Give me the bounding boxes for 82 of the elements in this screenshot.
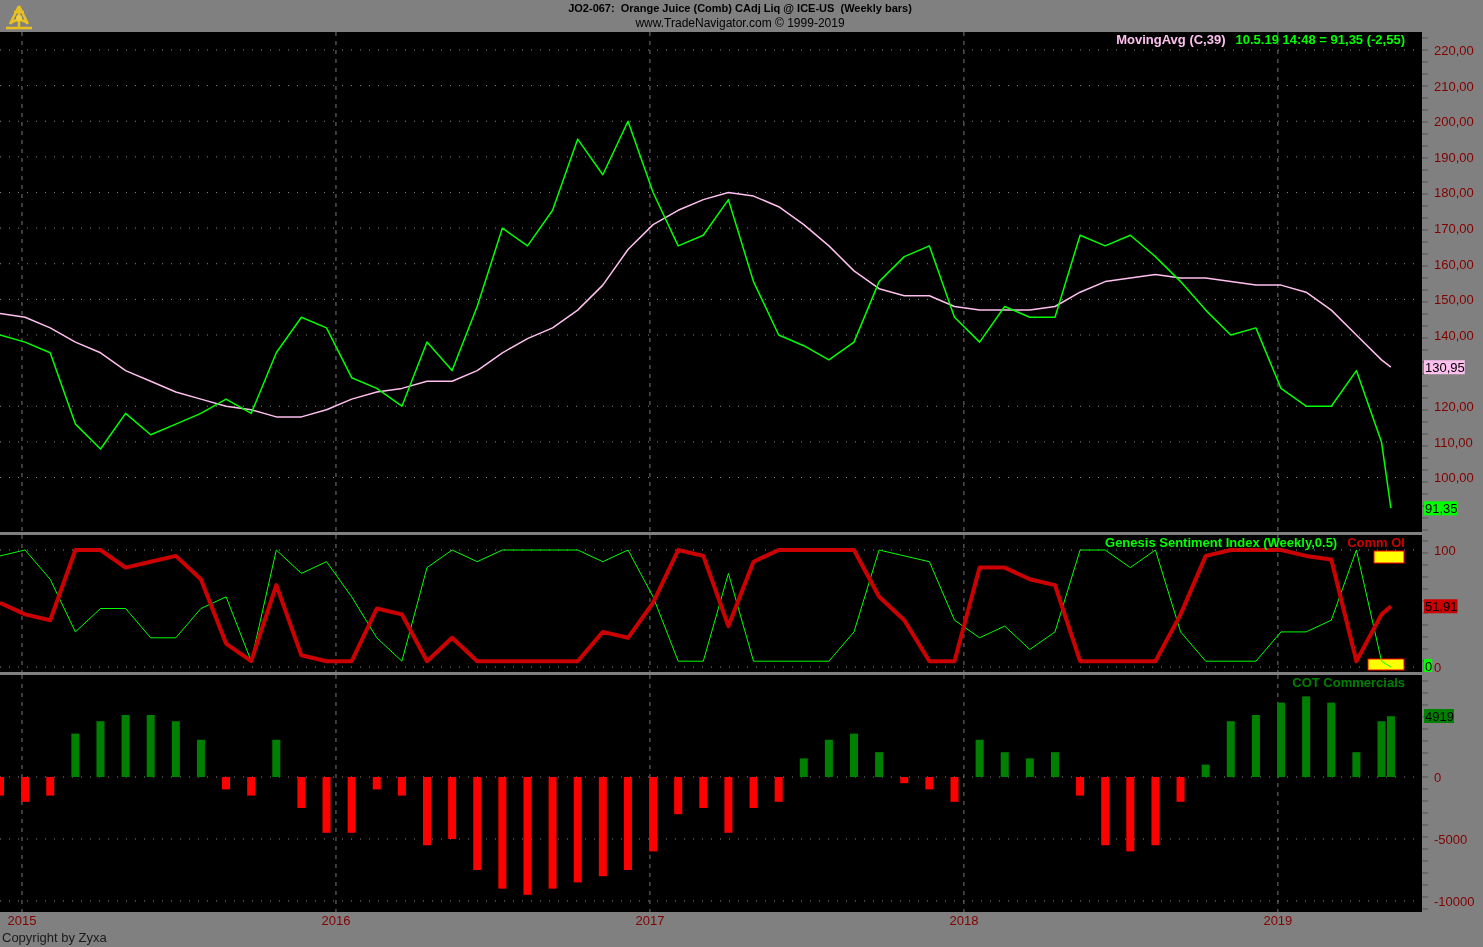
bar [0,777,4,796]
bar [850,733,858,777]
bar [448,777,457,839]
axis-label: 120,00 [1434,399,1474,415]
bar [1386,716,1395,777]
bar [900,777,909,784]
bar [950,777,959,802]
bar [322,777,331,833]
legend-label: MovingAvg (C,39) [1116,32,1226,47]
threshold-marker [1367,658,1405,671]
axis-label: 190,00 [1434,149,1474,165]
value-badge: 4919 [1424,709,1454,724]
bar [347,777,356,833]
legend-label: COT Commercials [1292,675,1405,690]
axis-label: 100,00 [1434,470,1474,486]
bar [1201,764,1210,777]
bar [1251,715,1260,777]
bar [46,777,55,796]
axis-label: 150,00 [1434,292,1474,308]
bar [171,721,180,777]
bar [423,777,431,846]
bar [96,721,105,777]
bar [1076,777,1085,796]
bar [774,777,783,802]
axis-label: -5000 [1434,832,1468,847]
website-credit: www.TradeNavigator.com © 1999-2019 [635,16,845,31]
axis-label: 100 [1434,543,1456,558]
bar [1352,752,1361,777]
bar [272,739,281,777]
bar [824,739,833,777]
axis-label: 170,00 [1434,221,1474,237]
value-badge: 51,91 [1424,599,1458,615]
value-badge: 0 [1424,659,1433,672]
bar [297,777,306,808]
bar [21,777,30,802]
axis-label: 140,00 [1434,328,1474,343]
bar [799,758,808,777]
value-badge: 130,95 [1424,360,1465,376]
axis-label: 2015 [7,913,37,929]
bar [699,777,708,808]
axis-label: 0 [1434,770,1442,785]
legend-label: 10.5.19 14:48 = 91,35 (-2,55) [1235,32,1405,47]
axis-label: 2018 [949,913,979,929]
axis-label: 210,00 [1434,78,1474,94]
axis-label: 2019 [1263,913,1293,929]
bar [222,777,231,790]
axis-label: 0 [1434,660,1442,672]
axis-label: -10000 [1434,894,1475,909]
axis-label: 2017 [635,913,665,929]
bar [1377,721,1386,777]
bar [975,739,984,777]
bar [749,777,758,808]
axis-label: 2016 [321,913,351,929]
bar [196,739,205,777]
bar [1025,758,1034,777]
bar [121,715,130,777]
value-badge: 91,35 [1424,501,1458,517]
bar [674,777,683,815]
bar [1226,721,1235,777]
bar [875,752,884,777]
bar [1151,777,1160,846]
bar [146,715,155,777]
bar [1101,777,1110,846]
chart-title: JO2-067: Orange Juice (Comb) CAdj Liq @ ICE-US (Weekly bars) [568,1,912,16]
bar [1000,752,1009,777]
axis-label: 110,00 [1434,434,1473,450]
bar [397,777,406,796]
bar [71,733,80,777]
bar [247,777,256,796]
threshold-marker [1373,550,1405,564]
bar [1050,752,1059,777]
axis-label: 180,00 [1434,185,1474,201]
copyright-text: Copyright by Zyxa [1,930,108,947]
bar [925,777,934,790]
axis-label: 160,00 [1434,256,1474,272]
axis-label: 200,00 [1434,114,1474,130]
bar [372,777,381,790]
axis-label: 220,00 [1434,43,1474,58]
bar [1176,777,1185,802]
legend-label: Genesis Sentiment Index (Weekly,0.5) [1105,535,1338,550]
legend-label: Comm OI [1347,535,1405,550]
bar [724,777,733,833]
